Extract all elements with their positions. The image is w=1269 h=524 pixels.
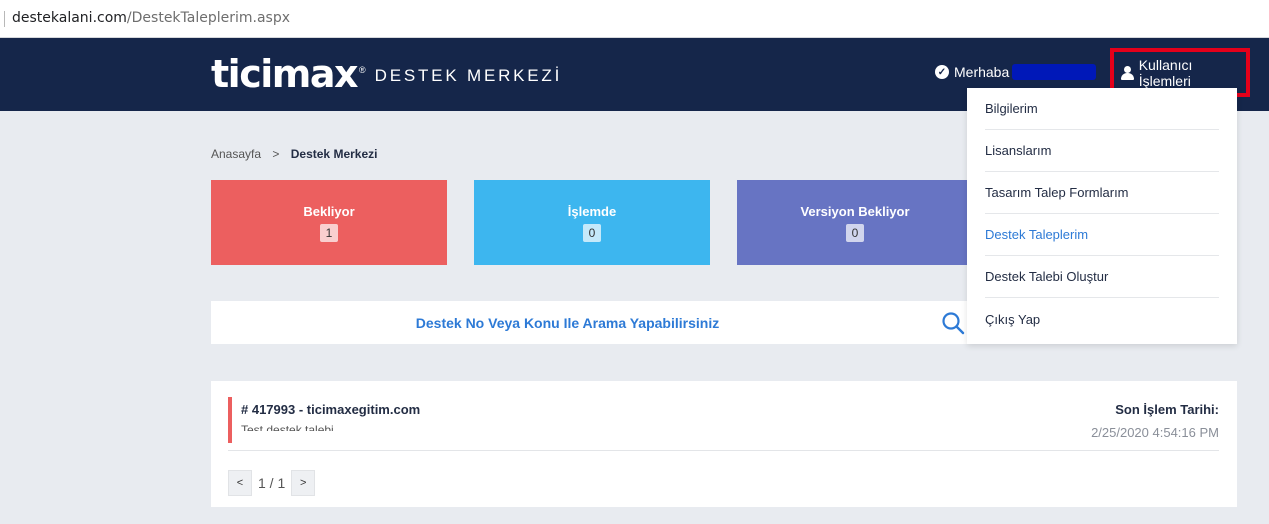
search-icon[interactable] (941, 311, 965, 335)
user-menu-dropdown: Bilgilerim Lisanslarım Tasarım Talep For… (967, 88, 1237, 344)
status-card-in-progress[interactable]: İşlemde 0 (474, 180, 710, 265)
ticket-list-panel: # 417993 - ticimaxegitim.com Test destek… (211, 381, 1237, 507)
breadcrumb-home[interactable]: Anasayfa (211, 147, 261, 161)
logo-subtitle: DESTEK MERKEZİ (374, 66, 563, 85)
ticimax-logo[interactable]: ticimax ® DESTEK MERKEZİ (211, 52, 562, 96)
prev-page-button[interactable]: < (228, 470, 252, 496)
url-path: /DestekTaleplerim.aspx (126, 10, 291, 26)
text-caret (4, 11, 5, 27)
user-menu-label: Kullanıcı İşlemleri (1138, 56, 1193, 89)
masked-username (1012, 64, 1097, 80)
page-info: 1 / 1 (258, 475, 286, 491)
next-page-button[interactable]: > (291, 470, 316, 496)
greeting-text: Merhaba (954, 64, 1010, 80)
menu-item-destek-talebi-olustur[interactable]: Destek Talebi Oluştur (985, 256, 1219, 298)
breadcrumb: Anasayfa > Destek Merkezi (211, 147, 377, 161)
status-card-label: Versiyon Bekliyor (800, 203, 910, 219)
registered-mark: ® (359, 65, 366, 75)
pagination: < 1 / 1 > (228, 470, 316, 496)
menu-item-bilgilerim[interactable]: Bilgilerim (985, 88, 1219, 130)
url-text[interactable]: destekalani.com/DestekTaleplerim.aspx (12, 10, 290, 26)
menu-item-lisanslarim[interactable]: Lisanslarım (985, 130, 1219, 172)
menu-item-cikis-yap[interactable]: Çıkış Yap (985, 298, 1219, 340)
last-action-label: Son İşlem Tarihi: (1115, 402, 1219, 417)
ticket-number[interactable]: # 417993 - ticimaxegitim.com (241, 402, 420, 417)
status-card-count: 1 (319, 223, 339, 242)
status-card-count: 0 (845, 223, 865, 242)
ticket-row[interactable]: # 417993 - ticimaxegitim.com Test destek… (228, 397, 1219, 451)
status-card-version-waiting[interactable]: Versiyon Bekliyor 0 (737, 180, 973, 265)
ticket-search-bar[interactable]: Destek No Veya Konu Ile Arama Yapabilirs… (211, 301, 974, 344)
check-circle-icon: ✓ (935, 65, 949, 79)
ticket-subject: Test destek talebi (241, 423, 334, 431)
menu-item-destek-taleplerim[interactable]: Destek Taleplerim (985, 214, 1219, 256)
breadcrumb-current: Destek Merkezi (290, 147, 378, 161)
search-input[interactable]: Destek No Veya Konu Ile Arama Yapabilirs… (211, 315, 974, 331)
logo-brand: ticimax (211, 52, 359, 96)
browser-address-bar[interactable]: destekalani.com/DestekTaleplerim.aspx (0, 0, 1269, 38)
user-icon (1121, 65, 1134, 80)
last-action-date: 2/25/2020 4:54:16 PM (1091, 425, 1219, 440)
status-card-waiting[interactable]: Bekliyor 1 (211, 180, 447, 265)
menu-item-tasarim-talep-formlarim[interactable]: Tasarım Talep Formlarım (985, 172, 1219, 214)
breadcrumb-separator: > (272, 147, 280, 161)
status-card-label: Bekliyor (303, 203, 355, 219)
user-greeting: ✓ Merhaba (935, 64, 1097, 80)
url-host: destekalani.com (12, 10, 127, 26)
ticket-status-bar (228, 397, 232, 443)
status-card-count: 0 (582, 223, 602, 242)
status-card-label: İşlemde (567, 203, 617, 219)
